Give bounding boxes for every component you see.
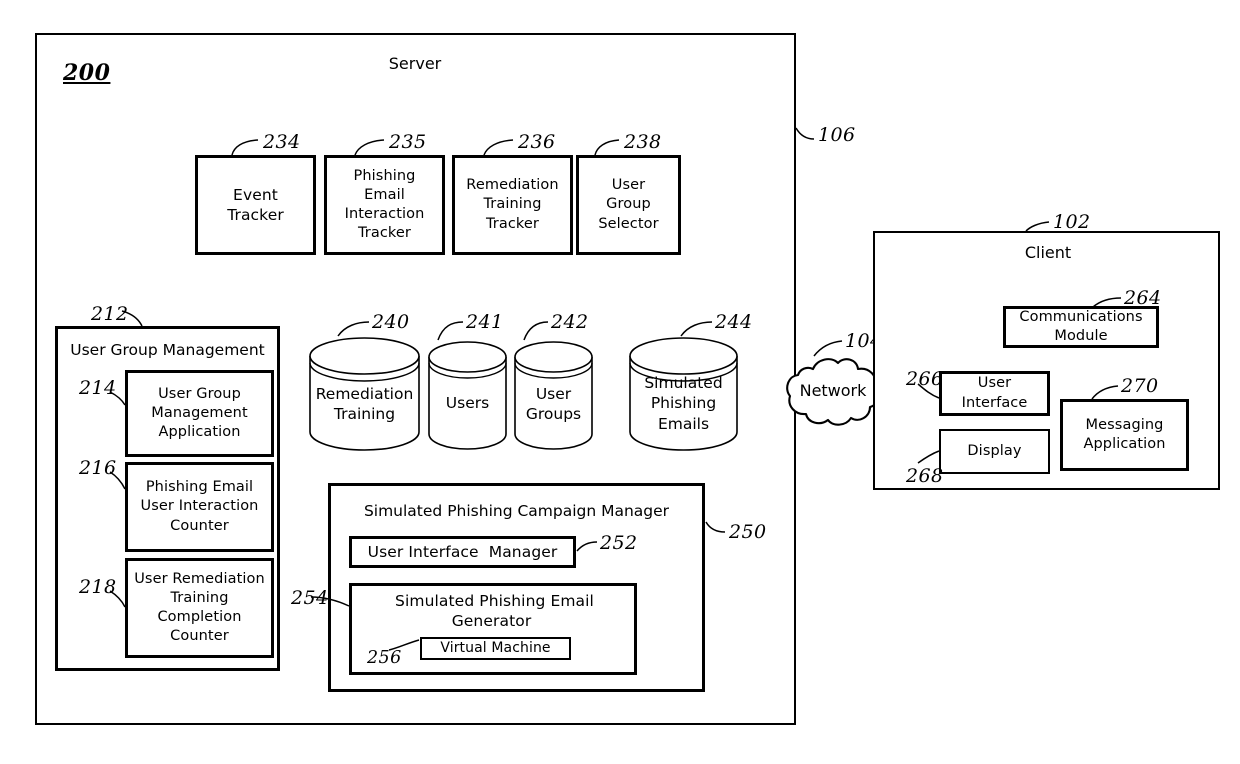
ref-212: 212 — [91, 303, 129, 325]
ref-238: 238 — [624, 131, 662, 153]
ref-244: 244 — [715, 311, 753, 333]
ref-252: 252 — [600, 532, 638, 554]
ref-270: 270 — [1121, 375, 1159, 397]
ref-242: 242 — [551, 311, 589, 333]
ref-250: 250 — [729, 521, 767, 543]
ref-268: 268 — [906, 465, 944, 487]
user-remediation-training-completion-counter-box[interactable]: User Remediation Training Completion Cou… — [125, 558, 274, 658]
display-label: Display — [967, 442, 1022, 459]
simulated-phishing-email-generator-label: Simulated Phishing Email Generator — [395, 592, 594, 631]
communications-module-box[interactable]: Communications Module — [1003, 306, 1159, 348]
database-users[interactable]: Users — [427, 340, 508, 452]
client-title: Client — [1024, 243, 1072, 262]
ref-254: 254 — [291, 587, 329, 609]
event-tracker-label: Event Tracker — [227, 185, 284, 224]
ref-240: 240 — [372, 311, 410, 333]
phishing-email-user-interaction-counter-box[interactable]: Phishing Email User Interaction Counter — [125, 462, 274, 552]
database-label: User Groups — [525, 385, 582, 424]
ref-235: 235 — [389, 131, 427, 153]
server-ref-106: 106 — [818, 124, 856, 146]
ref-266: 266 — [906, 368, 944, 390]
ref-218: 218 — [79, 576, 117, 598]
ref-216: 216 — [79, 457, 117, 479]
virtual-machine-box[interactable]: Virtual Machine — [420, 637, 571, 660]
user-group-management-application-box[interactable]: User Group Management Application — [125, 370, 274, 457]
simulated-phishing-campaign-manager-title: Simulated Phishing Campaign Manager — [363, 502, 670, 520]
network-label: Network — [799, 381, 867, 400]
user-interface-manager-label: User Interface Manager — [367, 542, 558, 561]
user-interface-label: User Interface — [961, 375, 1028, 411]
phishing-email-user-interaction-counter-label: Phishing Email User Interaction Counter — [140, 479, 259, 534]
database-remediation-training[interactable]: Remediation Training — [308, 336, 421, 452]
user-interface-manager-box[interactable]: User Interface Manager — [349, 536, 576, 568]
database-simulated-phishing-emails[interactable]: Simulated Phishing Emails — [628, 336, 739, 452]
user-group-management-application-label: User Group Management Application — [151, 385, 248, 441]
ref-234: 234 — [263, 131, 301, 153]
server-title: Server — [388, 54, 442, 73]
user-interface-box[interactable]: User Interface — [939, 371, 1050, 416]
user-remediation-training-completion-counter-label: User Remediation Training Completion Cou… — [134, 570, 265, 645]
display-box[interactable]: Display — [939, 429, 1050, 474]
event-tracker-box[interactable]: Event Tracker — [195, 155, 316, 255]
database-user-groups[interactable]: User Groups — [513, 340, 594, 452]
ref-214: 214 — [79, 377, 117, 399]
ref-102: 102 — [1053, 211, 1091, 233]
phishing-email-interaction-tracker-label: Phishing Email Interaction Tracker — [344, 167, 425, 242]
messaging-application-label: Messaging Application — [1083, 416, 1166, 452]
virtual-machine-label: Virtual Machine — [440, 640, 551, 657]
figure-number: 200 — [63, 60, 111, 86]
figure-canvas: 200 Server 106 Event Tracker 234 Phishin… — [0, 0, 1240, 764]
ref-241: 241 — [466, 311, 504, 333]
phishing-email-interaction-tracker-box[interactable]: Phishing Email Interaction Tracker — [324, 155, 445, 255]
user-group-management-title: User Group Management — [70, 341, 265, 359]
user-group-selector-box[interactable]: User Group Selector — [576, 155, 681, 255]
ref-256: 256 — [367, 648, 402, 668]
remediation-training-tracker-box[interactable]: Remediation Training Tracker — [452, 155, 573, 255]
database-label: Remediation Training — [315, 385, 414, 424]
network-cloud[interactable]: Network — [783, 352, 883, 428]
user-group-selector-label: User Group Selector — [598, 177, 659, 232]
ref-236: 236 — [518, 131, 556, 153]
communications-module-label: Communications Module — [1019, 308, 1143, 344]
ref-264: 264 — [1124, 287, 1162, 309]
database-label: Simulated Phishing Emails — [644, 374, 723, 433]
simulated-phishing-email-generator-label-wrap: Simulated Phishing Email Generator — [351, 591, 635, 632]
remediation-training-tracker-label: Remediation Training Tracker — [466, 177, 559, 232]
database-label: Users — [445, 394, 490, 412]
messaging-application-box[interactable]: Messaging Application — [1060, 399, 1189, 471]
